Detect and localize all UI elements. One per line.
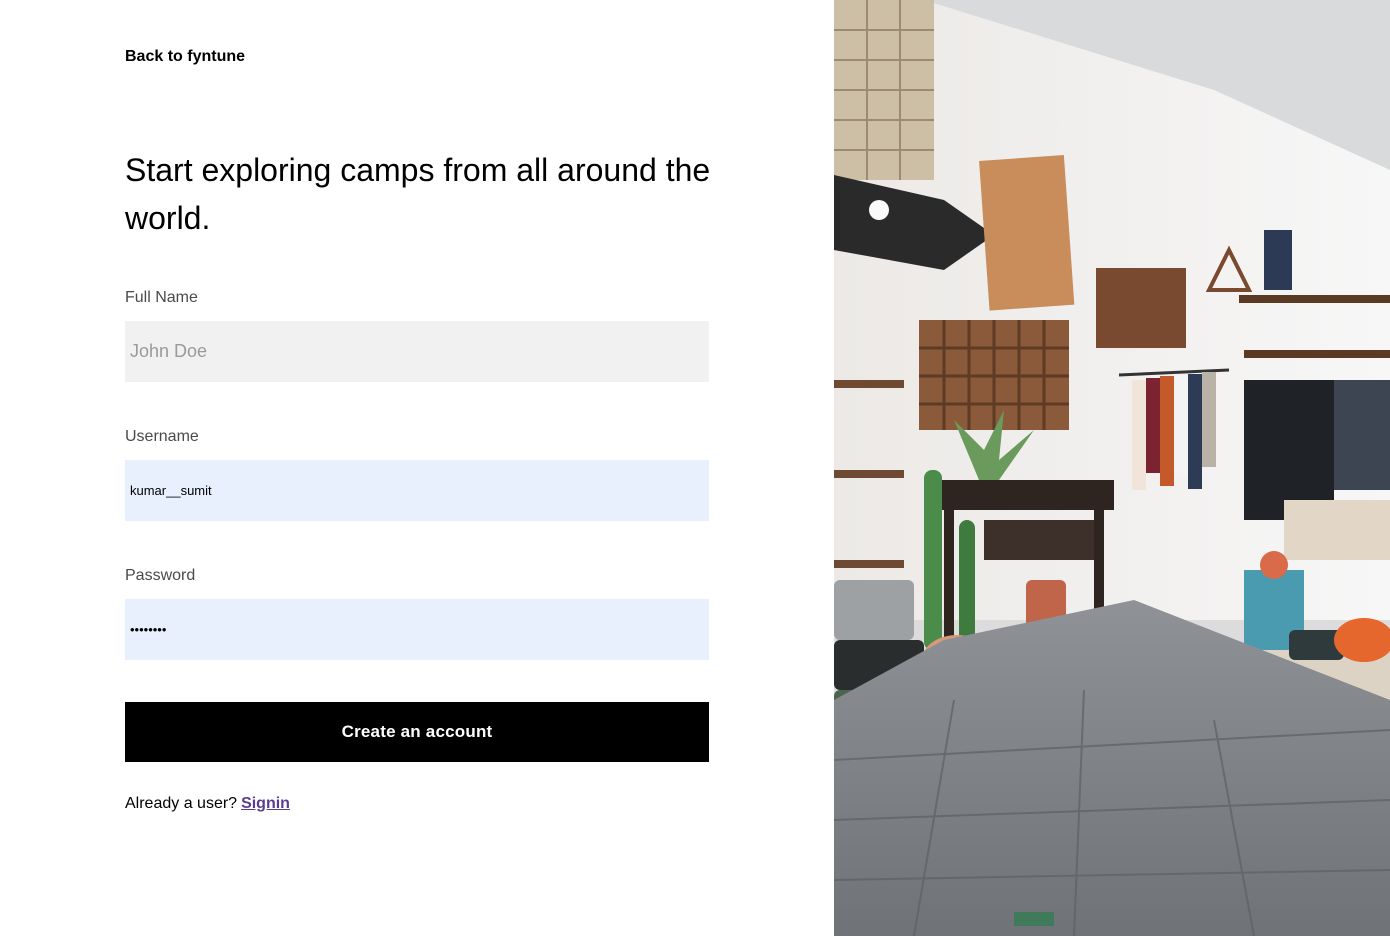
username-label: Username bbox=[125, 428, 199, 445]
password-label: Password bbox=[125, 567, 196, 584]
signin-row: Already a user? Signin bbox=[125, 794, 290, 814]
back-link[interactable]: Back to fyntune bbox=[125, 47, 245, 67]
username-input[interactable] bbox=[125, 460, 709, 521]
signin-prompt: Already a user? bbox=[125, 795, 238, 812]
form-panel: Back to fyntune Start exploring camps fr… bbox=[0, 0, 834, 936]
password-input[interactable] bbox=[125, 599, 709, 660]
signin-link[interactable]: Signin bbox=[241, 795, 290, 812]
full-name-input[interactable] bbox=[125, 321, 709, 382]
full-name-label: Full Name bbox=[125, 289, 198, 306]
page-title: Start exploring camps from all around th… bbox=[125, 152, 711, 236]
create-account-button[interactable]: Create an account bbox=[125, 702, 709, 762]
signup-page: Back to fyntune Start exploring camps fr… bbox=[0, 0, 1390, 936]
store-photo bbox=[834, 0, 1390, 936]
store-interior-image bbox=[834, 0, 1390, 936]
